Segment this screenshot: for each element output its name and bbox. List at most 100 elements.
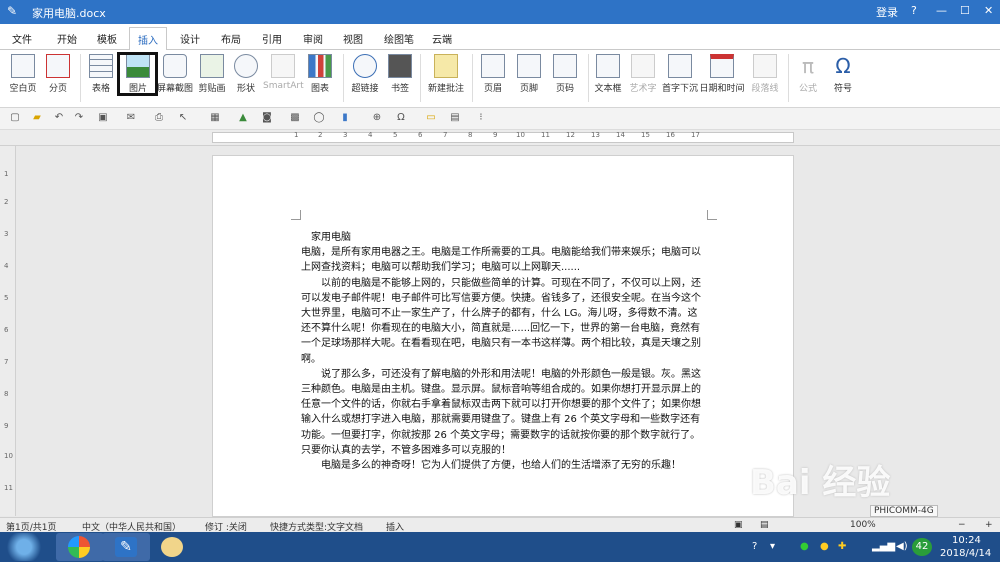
- page-number-button[interactable]: 页码: [550, 54, 580, 94]
- open-folder-icon[interactable]: ▰: [30, 112, 44, 125]
- clipart-icon: [200, 54, 224, 78]
- start-button[interactable]: [4, 533, 44, 561]
- tray-icon[interactable]: ●: [820, 541, 829, 552]
- paragraph-line-button[interactable]: 段落线: [748, 54, 782, 94]
- login-button[interactable]: 登录: [876, 4, 898, 20]
- tab-file[interactable]: 文件: [12, 31, 32, 46]
- paragraph: 以前的电脑是不能够上网的，只能做些简单的计算。可现在不同了，不仅可以上网，还可以…: [301, 277, 701, 365]
- shape-button[interactable]: 形状: [231, 54, 261, 94]
- clipart-button[interactable]: 剪贴画: [195, 54, 229, 94]
- new-comment-button[interactable]: 新建批注: [426, 54, 466, 94]
- print-icon[interactable]: ⎙: [152, 112, 166, 125]
- tab-references[interactable]: 引用: [262, 31, 282, 46]
- tab-home[interactable]: 开始: [57, 31, 77, 46]
- close-button[interactable]: ✕: [984, 4, 993, 17]
- network-popup: PHICOMM-4G: [870, 505, 938, 517]
- smartart-button[interactable]: SmartArt: [263, 54, 304, 91]
- clipart-small-icon[interactable]: ▩: [288, 112, 302, 125]
- blank-page-button[interactable]: 空白页: [6, 54, 40, 94]
- save-icon[interactable]: ▣: [96, 112, 110, 125]
- bookmark-button[interactable]: 书签: [385, 54, 415, 94]
- date-time-button[interactable]: 日期和时间: [699, 54, 745, 94]
- tray-icon[interactable]: ✚: [838, 541, 846, 552]
- tab-view[interactable]: 视图: [343, 31, 363, 46]
- ruler-tick-label: 9: [493, 131, 498, 139]
- tab-design[interactable]: 设计: [180, 31, 200, 46]
- ribbon-separator: [343, 54, 344, 102]
- tray-icon[interactable]: ▾: [770, 541, 775, 552]
- symbol-button[interactable]: Ω 符号: [828, 54, 858, 94]
- ribbon-separator: [80, 54, 81, 102]
- chart-small-icon[interactable]: ▮: [338, 112, 352, 125]
- web-view-icon[interactable]: ▤: [760, 520, 769, 530]
- symbol-small-icon[interactable]: Ω: [394, 112, 408, 125]
- minimize-button[interactable]: —: [936, 4, 947, 17]
- hyperlink-button[interactable]: 超链接: [349, 54, 381, 94]
- taskbar-app-writer[interactable]: ✎: [102, 533, 150, 561]
- tab-layout[interactable]: 布局: [221, 31, 241, 46]
- clock-date[interactable]: 2018/4/14: [940, 548, 991, 559]
- zoom-out-icon[interactable]: −: [958, 520, 966, 530]
- new-doc-icon[interactable]: ▢: [8, 112, 22, 125]
- textbox-icon: [596, 54, 620, 78]
- tab-cloud[interactable]: 云端: [432, 31, 452, 46]
- link-small-icon[interactable]: ⊕: [370, 112, 384, 125]
- tab-review[interactable]: 审阅: [303, 31, 323, 46]
- picture-small-icon[interactable]: ▲: [236, 112, 250, 125]
- mail-icon[interactable]: ✉: [124, 112, 138, 125]
- header-button[interactable]: 页眉: [478, 54, 508, 94]
- drop-cap-icon: [668, 54, 692, 78]
- table-button[interactable]: 表格: [86, 54, 116, 94]
- page-number-label: 页码: [555, 84, 574, 94]
- clock-time[interactable]: 10:24: [952, 535, 981, 546]
- pointer-icon[interactable]: ↖: [176, 112, 190, 125]
- volume-icon[interactable]: ◀): [896, 541, 908, 552]
- wordart-button[interactable]: 艺术字: [627, 54, 659, 94]
- signal-icon[interactable]: ▂▄▆: [872, 541, 895, 552]
- page-break-button[interactable]: 分页: [42, 54, 74, 94]
- undo-icon[interactable]: ↶: [52, 112, 66, 125]
- horizontal-ruler[interactable]: 1 2 3 4 5 6 7 8 9 10 11 12 13 14 15 16 1…: [0, 130, 1000, 146]
- ribbon-separator: [472, 54, 473, 102]
- chart-button[interactable]: 图表: [306, 54, 334, 94]
- screenshot-small-icon[interactable]: ◙: [260, 112, 274, 125]
- footer-button[interactable]: 页脚: [514, 54, 544, 94]
- tab-insert[interactable]: 插入: [129, 27, 167, 51]
- drop-cap-button[interactable]: 首字下沉: [660, 54, 700, 94]
- ruler-tick-label: 6: [4, 326, 9, 334]
- smartart-icon: [271, 54, 295, 78]
- bookmark-icon: [388, 54, 412, 78]
- clipart-label: 剪贴画: [198, 84, 226, 94]
- document-page[interactable]: 家用电脑 电脑，是所有家用电器之王。电脑是工作所需要的工具。电脑能给我们带来娱乐…: [212, 155, 794, 517]
- view-layout-icon[interactable]: ▣: [734, 520, 743, 530]
- tab-draw[interactable]: 绘图笔: [384, 31, 414, 46]
- symbol-label: 符号: [833, 84, 852, 94]
- comment-small-icon[interactable]: ▭: [424, 112, 438, 125]
- taskbar-app-browser[interactable]: [56, 533, 104, 561]
- tray-badge[interactable]: 42: [912, 538, 932, 556]
- table-small-icon[interactable]: ▦: [208, 112, 222, 125]
- zoom-level[interactable]: 100%: [850, 520, 876, 530]
- redo-icon[interactable]: ↷: [72, 112, 86, 125]
- help-tray-icon[interactable]: ?: [752, 541, 757, 552]
- status-bar: 第1页/共1页 中文（中华人民共和国） 修订 :关闭 快捷方式类型:文字文档 插…: [0, 517, 1000, 533]
- document-body[interactable]: 家用电脑 电脑，是所有家用电器之王。电脑是工作所需要的工具。电脑能给我们带来娱乐…: [301, 230, 707, 473]
- shape-small-icon[interactable]: ◯: [312, 112, 326, 125]
- drop-cap-label: 首字下沉: [661, 84, 698, 94]
- taskbar-app-paint[interactable]: [148, 533, 196, 561]
- customize-toolbar-icon[interactable]: ⁝: [474, 112, 488, 125]
- ruler-tick-label: 2: [4, 198, 9, 206]
- tab-template[interactable]: 模板: [97, 31, 117, 46]
- screenshot-button[interactable]: 屏幕截图: [157, 54, 193, 94]
- help-button[interactable]: ?: [911, 4, 917, 17]
- screenshot-label: 屏幕截图: [157, 84, 194, 94]
- maximize-button[interactable]: ☐: [960, 4, 970, 17]
- vertical-ruler[interactable]: 1 2 3 4 5 6 7 8 9 10 11: [0, 146, 16, 516]
- zoom-in-icon[interactable]: +: [985, 520, 993, 530]
- blank-page-label: 空白页: [9, 84, 37, 94]
- formula-button[interactable]: π 公式: [793, 54, 823, 94]
- tray-icon[interactable]: ●: [800, 541, 809, 552]
- header-label: 页眉: [483, 84, 502, 94]
- header-small-icon[interactable]: ▤: [448, 112, 462, 125]
- textbox-button[interactable]: 文本框: [593, 54, 623, 94]
